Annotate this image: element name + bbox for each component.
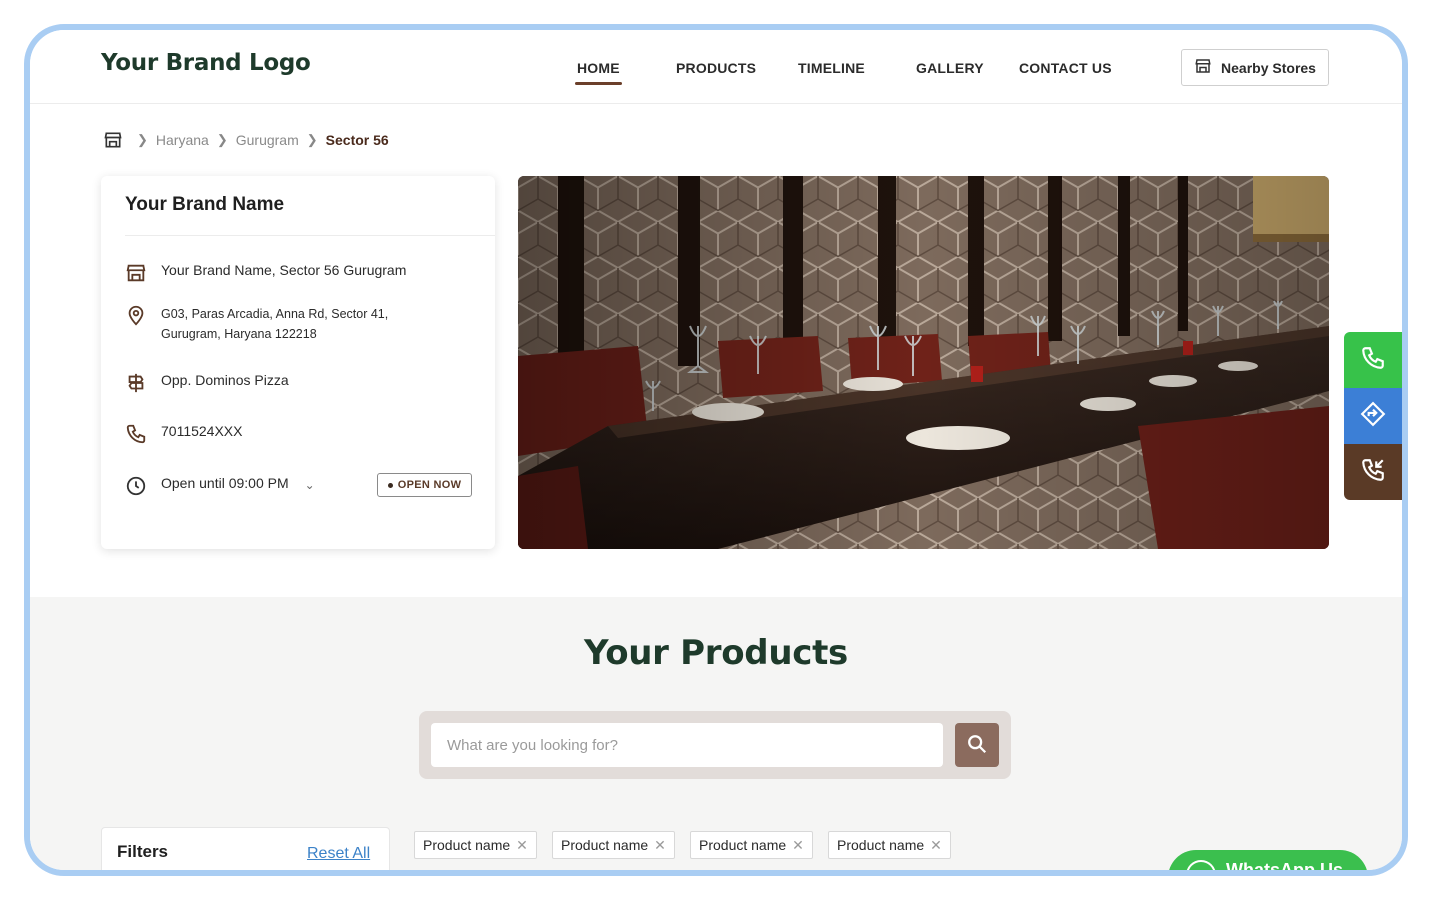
phone-callback-icon <box>1360 457 1386 488</box>
product-search-input[interactable] <box>431 723 943 767</box>
brand-logo[interactable]: Your Brand Logo <box>101 50 311 76</box>
whatsapp-button[interactable]: WhatsApp Us <box>1168 850 1368 870</box>
store-icon[interactable] <box>103 130 123 150</box>
store-name-row: Your Brand Name, Sector 56 Gurugram <box>125 262 406 284</box>
store-info-card: Your Brand Name Your Brand Name, Sector … <box>101 176 495 549</box>
open-now-label: OPEN NOW <box>397 479 462 491</box>
whatsapp-label: WhatsApp Us <box>1226 860 1343 870</box>
landmark-row: Opp. Dominos Pizza <box>125 372 289 394</box>
nav-contact-us[interactable]: CONTACT US <box>1019 60 1112 76</box>
chip-label: Product name <box>837 837 925 853</box>
phone-text: 7011524XXX <box>161 423 243 439</box>
store-icon <box>1194 57 1212 78</box>
page: Your Brand Logo HOME PRODUCTS TIMELINE G… <box>30 30 1402 870</box>
open-now-badge: OPEN NOW <box>377 473 472 497</box>
chip-label: Product name <box>561 837 649 853</box>
filter-chip[interactable]: Product name ✕ <box>690 831 813 859</box>
filters-panel: Filters Reset All <box>101 827 390 870</box>
search-icon <box>966 733 988 758</box>
phone-icon <box>125 423 147 445</box>
nav-home[interactable]: HOME <box>575 60 622 85</box>
filter-chip[interactable]: Product name ✕ <box>552 831 675 859</box>
product-search-bar <box>419 711 1011 779</box>
search-button[interactable] <box>955 723 999 767</box>
chip-label: Product name <box>423 837 511 853</box>
phone-row[interactable]: 7011524XXX <box>125 423 242 445</box>
store-name-text: Your Brand Name, Sector 56 Gurugram <box>161 262 407 278</box>
breadcrumb-current: Sector 56 <box>325 132 389 148</box>
phone-icon <box>1360 345 1386 376</box>
filters-title: Filters <box>117 842 169 861</box>
store-icon <box>125 262 147 284</box>
nav-gallery[interactable]: GALLERY <box>916 60 984 76</box>
address-text: G03, Paras Arcadia, Anna Rd, Sector 41, … <box>161 304 388 344</box>
site-header: Your Brand Logo HOME PRODUCTS TIMELINE G… <box>30 30 1402 104</box>
browser-frame: Your Brand Logo HOME PRODUCTS TIMELINE G… <box>24 24 1408 876</box>
directions-button[interactable] <box>1344 388 1402 444</box>
clock-icon <box>125 475 147 497</box>
chevron-right-icon: ❯ <box>216 132 228 147</box>
call-button[interactable] <box>1344 332 1402 388</box>
chevron-right-icon: ❯ <box>306 132 318 147</box>
chip-label: Product name <box>699 837 787 853</box>
directions-icon <box>1360 401 1386 432</box>
breadcrumb-gurugram[interactable]: Gurugram <box>236 132 299 148</box>
location-pin-icon <box>125 304 147 326</box>
filter-chip[interactable]: Product name ✕ <box>414 831 537 859</box>
chevron-right-icon: ❯ <box>137 132 148 147</box>
address-row[interactable]: G03, Paras Arcadia, Anna Rd, Sector 41, … <box>125 304 388 344</box>
callback-button[interactable] <box>1344 444 1402 500</box>
signpost-icon <box>125 372 147 394</box>
close-icon[interactable]: ✕ <box>654 837 666 854</box>
breadcrumb: ❯ Haryana ❯ Gurugram ❯ Sector 56 <box>103 130 389 150</box>
divider <box>125 235 495 236</box>
products-title: Your Products <box>584 633 848 673</box>
hours-row[interactable]: Open until 09:00 PM ⌄ <box>125 475 315 497</box>
reset-all-link[interactable]: Reset All <box>307 845 370 863</box>
close-icon[interactable]: ✕ <box>930 837 942 854</box>
hours-text: Open until 09:00 PM <box>161 475 289 491</box>
breadcrumb-haryana[interactable]: Haryana <box>156 132 209 148</box>
address-line-2: Gurugram, Haryana 122218 <box>161 327 317 341</box>
store-photo <box>518 176 1329 549</box>
address-line-1: G03, Paras Arcadia, Anna Rd, Sector 41, <box>161 307 389 321</box>
restaurant-interior-image <box>518 176 1329 549</box>
close-icon[interactable]: ✕ <box>516 837 528 854</box>
chevron-down-icon[interactable]: ⌄ <box>305 475 315 495</box>
nav-timeline[interactable]: TIMELINE <box>798 60 865 76</box>
landmark-text: Opp. Dominos Pizza <box>161 372 289 388</box>
status-dot-icon <box>387 482 393 488</box>
products-section: Your Products Filters Reset All Product … <box>30 597 1402 870</box>
filter-chip[interactable]: Product name ✕ <box>828 831 951 859</box>
nearby-stores-label: Nearby Stores <box>1221 59 1316 76</box>
whatsapp-icon <box>1186 860 1216 870</box>
nav-products[interactable]: PRODUCTS <box>676 60 756 76</box>
nearby-stores-button[interactable]: Nearby Stores <box>1181 49 1329 86</box>
store-title: Your Brand Name <box>125 194 285 215</box>
close-icon[interactable]: ✕ <box>792 837 804 854</box>
